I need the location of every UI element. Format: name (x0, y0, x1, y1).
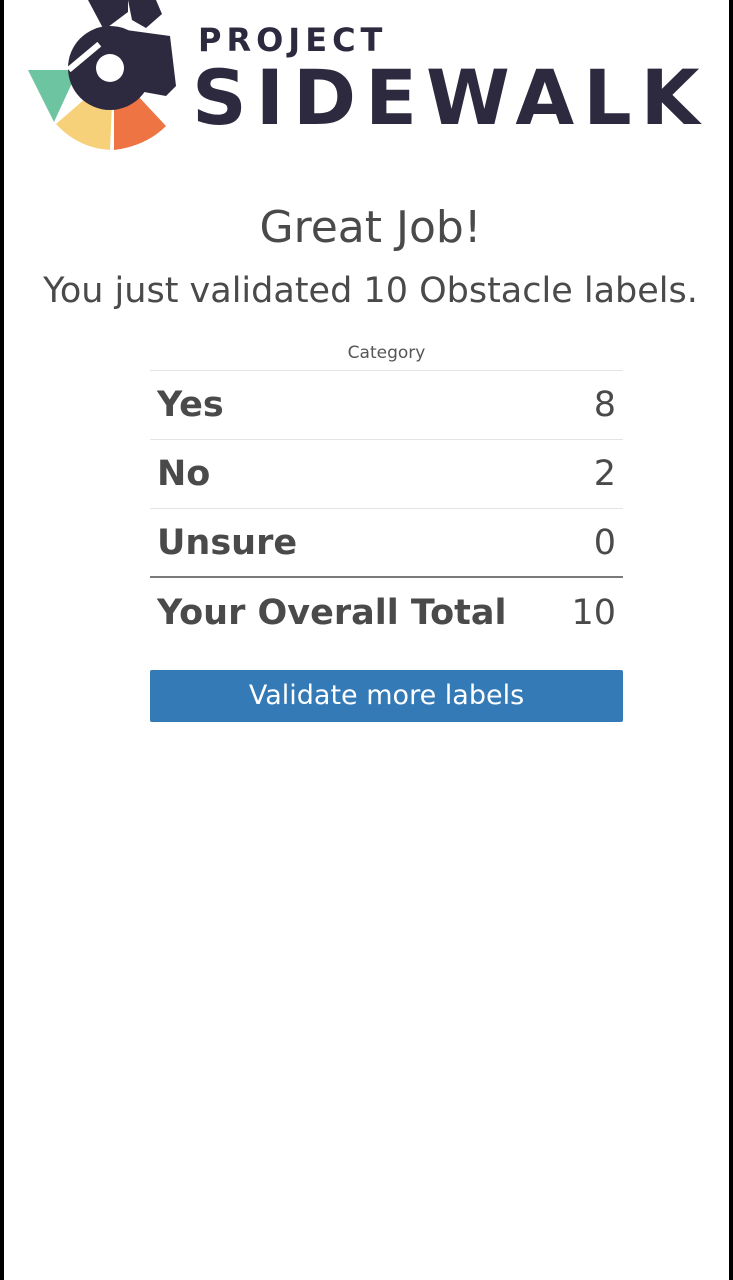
validate-more-labels-button[interactable]: Validate more labels (150, 670, 623, 722)
table-row-no: No 2 (150, 440, 623, 509)
total-label: Your Overall Total (157, 593, 507, 633)
app-frame: PROJECT SIDEWALK Great Job! You just val… (0, 0, 733, 1280)
validation-summary-message: You just validated 10 Obstacle labels. (43, 271, 698, 311)
logo-sidewalk-text: SIDEWALK (192, 53, 709, 142)
table-header-category: Category (150, 338, 623, 371)
wheelchair-icon (28, 0, 176, 150)
table-row-total: Your Overall Total 10 (150, 578, 623, 648)
table-row-yes: Yes 8 (150, 371, 623, 440)
page-title: Great Job! (259, 202, 482, 253)
row-label: No (157, 454, 211, 494)
validation-stats-table: Category Yes 8 No 2 Unsure 0 Your Overal… (150, 338, 623, 648)
row-label: Unsure (157, 522, 298, 563)
row-value: 0 (593, 522, 616, 563)
total-value: 10 (571, 593, 616, 633)
row-label: Yes (157, 385, 224, 425)
table-row-unsure: Unsure 0 (150, 509, 623, 578)
row-value: 2 (593, 454, 616, 494)
project-sidewalk-logo[interactable]: PROJECT SIDEWALK (28, 0, 718, 160)
row-value: 8 (593, 385, 616, 425)
logo-project-text: PROJECT (198, 21, 388, 59)
